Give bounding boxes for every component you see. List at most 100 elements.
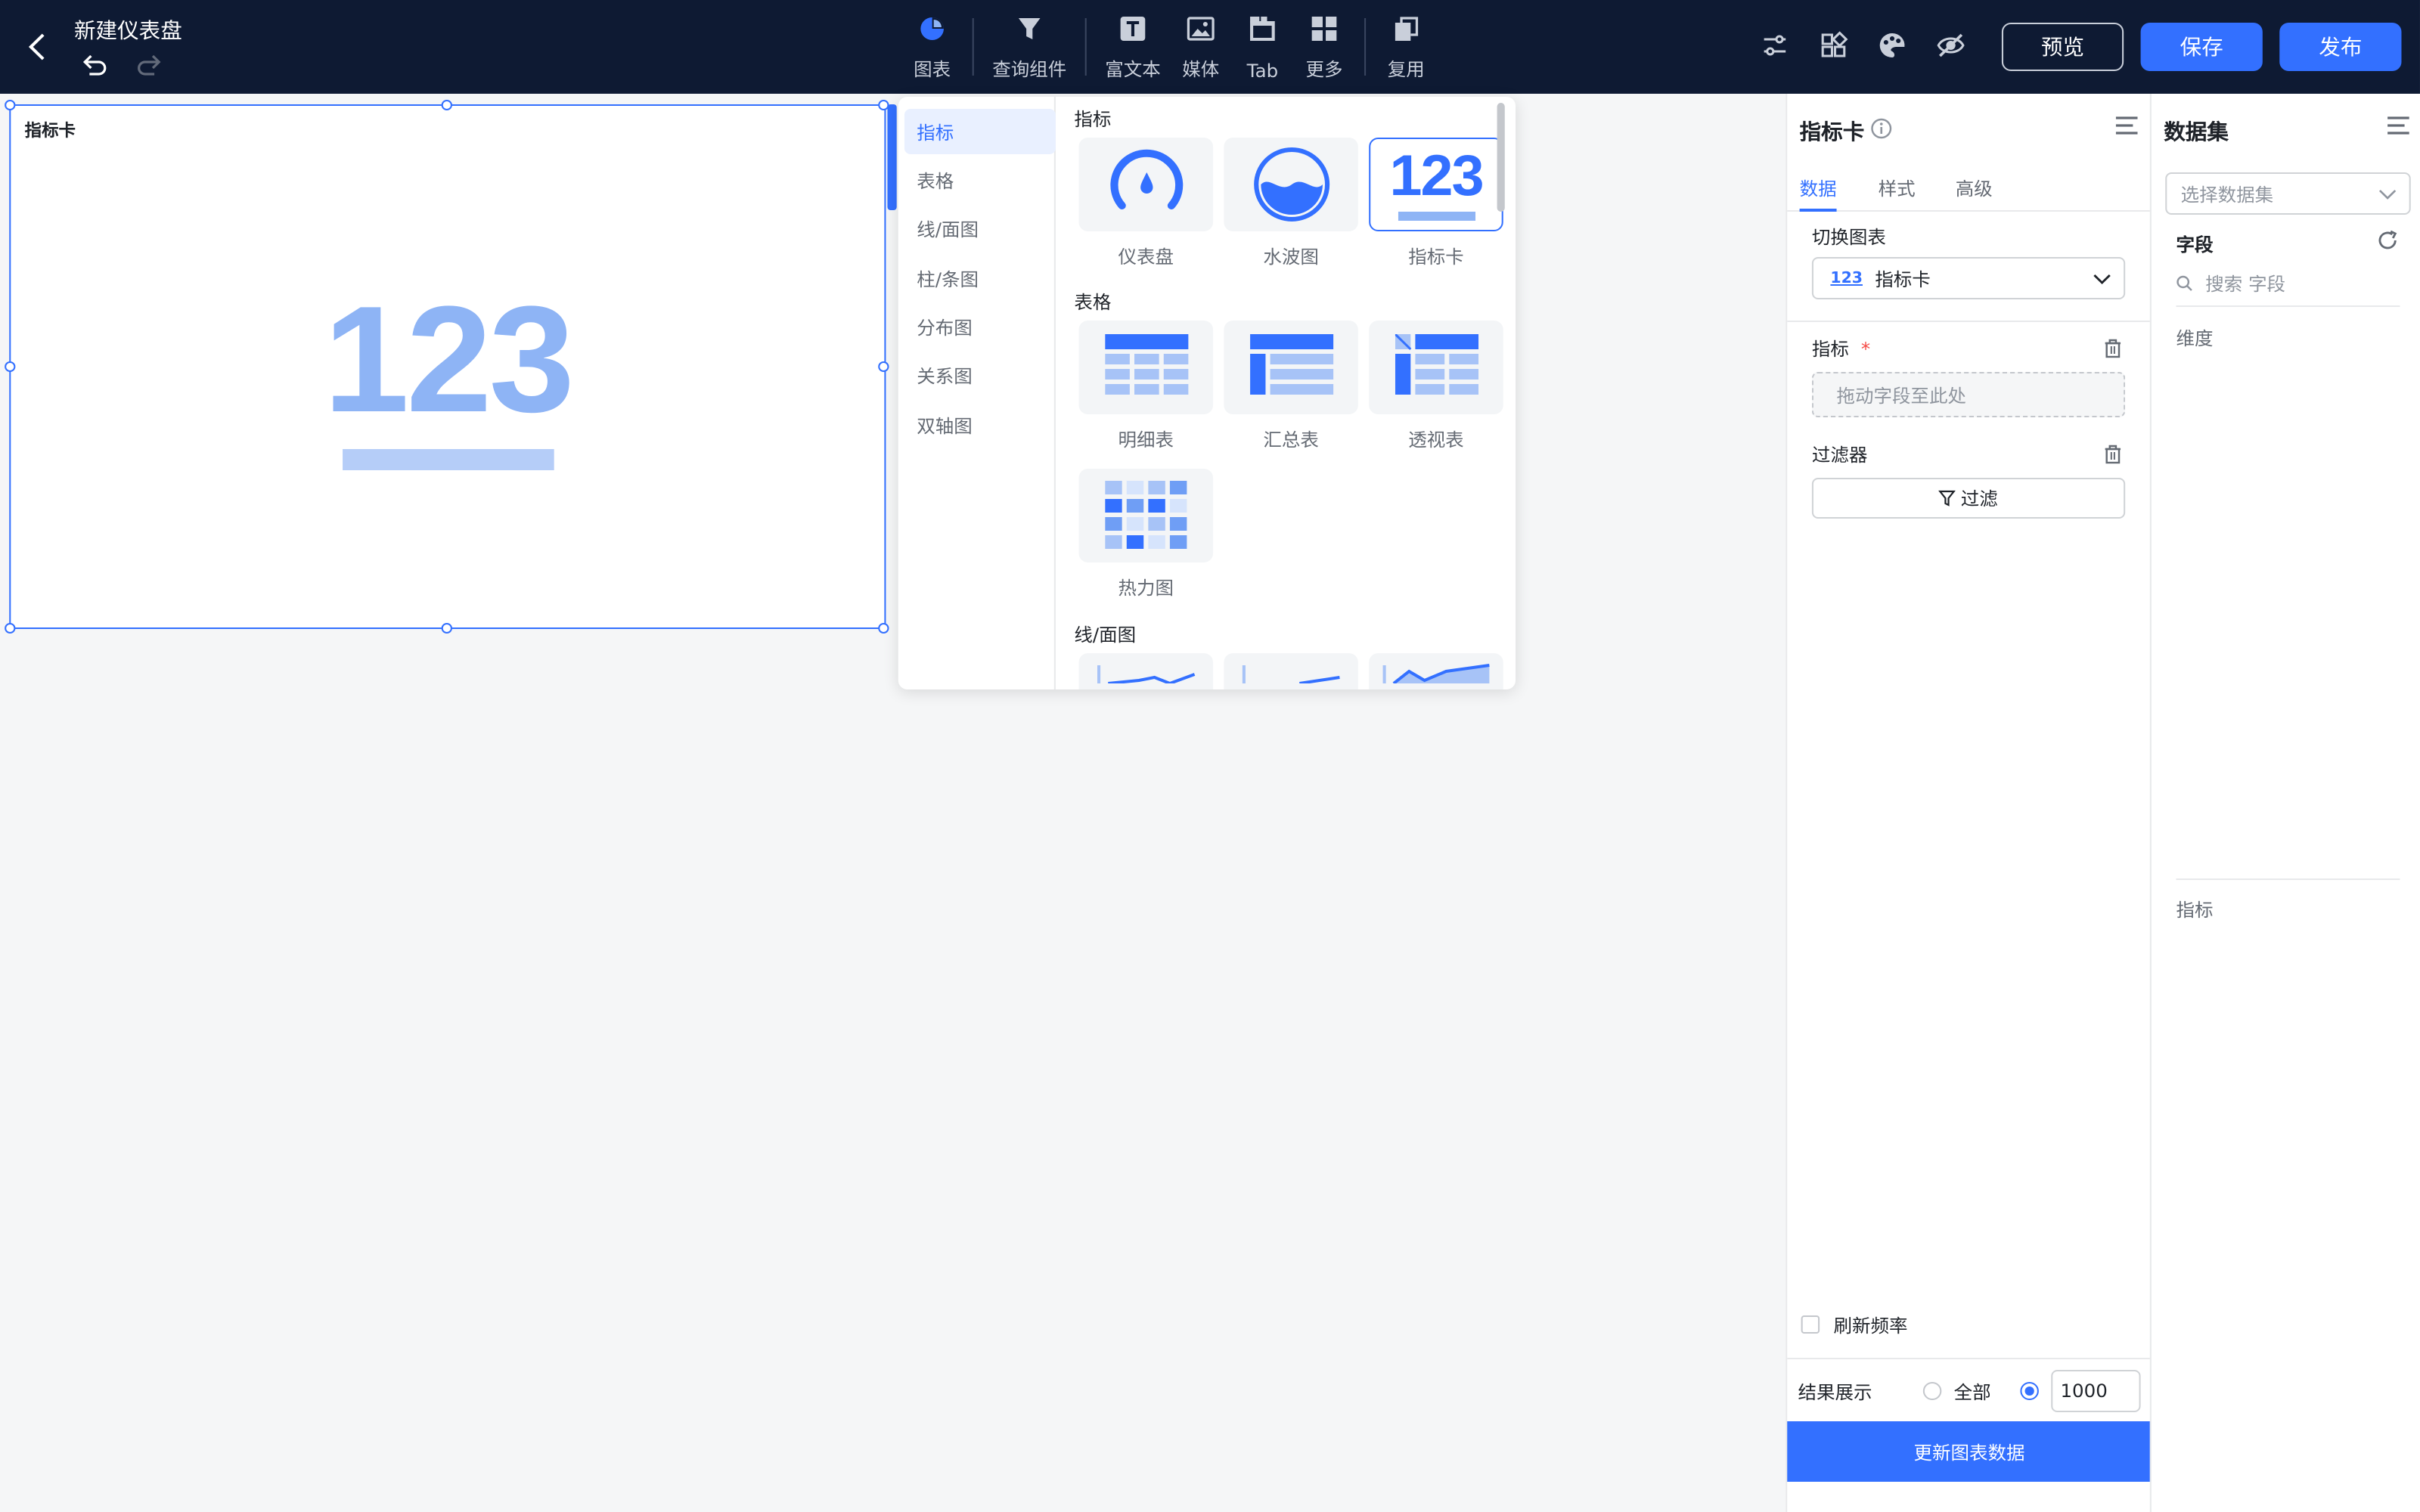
chevron-down-icon [2378, 190, 2397, 200]
publish-button[interactable]: 发布 [2279, 23, 2402, 71]
divider [2176, 305, 2400, 307]
trash-icon[interactable] [2104, 445, 2122, 464]
trash-icon[interactable] [2104, 339, 2122, 358]
chart-item-area[interactable] [1369, 653, 1503, 689]
preview-button[interactable]: 预览 [2001, 23, 2124, 71]
tool-query-label: 查询组件 [992, 59, 1067, 80]
gauge-icon [1109, 149, 1183, 209]
eye-off-icon[interactable] [1935, 30, 1966, 60]
resize-handle[interactable] [441, 100, 452, 110]
properties-panel: 指标卡 数据 样式 高级 切换图表 123 指标卡 指标 * 拖动字段至此处 过… [1786, 94, 2152, 1512]
pivot-table-icon [1394, 334, 1478, 395]
undo-icon[interactable] [80, 51, 108, 79]
result-count-input[interactable]: 1000 [2051, 1370, 2141, 1412]
tool-media[interactable]: 媒体 [1170, 12, 1232, 82]
resize-handle[interactable] [878, 623, 889, 634]
chart-item-pivot-table[interactable]: 透视表 [1369, 321, 1503, 452]
tool-tab[interactable]: Tab [1232, 12, 1294, 82]
resize-handle[interactable] [5, 361, 16, 372]
top-bar: 新建仪表盘 图表 查询组件 富文本 媒体 Tab 更多 复用 预览 保存 发布 [0, 0, 2420, 94]
layout-icon[interactable] [1818, 30, 1849, 60]
field-label: 字段 [2176, 234, 2214, 256]
heatmap-icon [1104, 481, 1187, 549]
line-chart-icon [1241, 665, 1339, 683]
category-relation[interactable]: 关系图 [904, 352, 1056, 398]
chart-item-label: 明细表 [1118, 429, 1174, 451]
resize-handle[interactable] [441, 623, 452, 634]
collapse-menu-icon[interactable] [2114, 115, 2139, 136]
resize-handle[interactable] [5, 623, 16, 634]
indicator-card-mini-icon: 123 [1830, 270, 1863, 287]
collapse-menu-icon[interactable] [2386, 115, 2411, 136]
tool-more[interactable]: 更多 [1293, 12, 1355, 82]
chart-item-indicator-card[interactable]: 123 指标卡 [1369, 138, 1503, 269]
tool-query[interactable]: 查询组件 [983, 12, 1075, 82]
dimension-label: 维度 [2176, 328, 2214, 349]
filter-icon [1939, 490, 1956, 507]
category-table[interactable]: 表格 [904, 157, 1056, 203]
chart-item-liquid[interactable]: 水波图 [1224, 138, 1358, 269]
update-chart-data-button[interactable]: 更新图表数据 [1787, 1421, 2152, 1482]
section-table: 表格 [1074, 292, 1112, 313]
section-indicator: 指标 [1074, 109, 1112, 130]
chart-item-summary-table[interactable]: 汇总表 [1224, 321, 1358, 452]
category-bar[interactable]: 柱/条图 [904, 256, 1056, 301]
active-tab-indicator [1799, 209, 1837, 212]
chart-type-grid: 指标 仪表盘 水波图 123 指标卡 表格 明细表 汇总表 透视表 热力图 线/… [1057, 97, 1516, 689]
summary-table-icon [1249, 334, 1333, 395]
chart-item-detail-table[interactable]: 明细表 [1078, 321, 1214, 452]
chart-item-label: 仪表盘 [1118, 246, 1174, 268]
category-dual-axis[interactable]: 双轴图 [904, 402, 1056, 448]
chart-item-heatmap[interactable]: 热力图 [1078, 469, 1214, 600]
section-line-area: 线/面图 [1074, 624, 1137, 646]
result-all-label: 全部 [1953, 1382, 1991, 1403]
result-all-radio[interactable] [1922, 1382, 1942, 1400]
chart-item-gauge[interactable]: 仪表盘 [1078, 138, 1214, 269]
dataset-select-placeholder: 选择数据集 [2180, 184, 2274, 205]
category-distribution[interactable]: 分布图 [904, 304, 1056, 349]
category-line-area[interactable]: 线/面图 [904, 206, 1056, 251]
dashboard-title[interactable]: 新建仪表盘 [74, 15, 182, 45]
dataset-select[interactable]: 选择数据集 [2165, 172, 2411, 215]
switch-chart-label: 切换图表 [1811, 227, 1886, 248]
tool-reuse[interactable]: 复用 [1375, 12, 1437, 82]
tool-rich-text-label: 富文本 [1105, 59, 1161, 80]
sliders-icon[interactable] [1760, 30, 1791, 60]
info-icon[interactable] [1870, 118, 1892, 139]
picker-scrollbar[interactable] [1497, 103, 1505, 212]
indicator-card-icon: 123 [1389, 148, 1485, 221]
panel-title: 指标卡 [1799, 121, 1865, 145]
tool-rich-text[interactable]: 富文本 [1096, 12, 1170, 82]
field-search[interactable]: 搜索 字段 [2176, 269, 2400, 296]
save-button[interactable]: 保存 [2140, 23, 2263, 71]
chevron-down-icon [2093, 274, 2111, 284]
tool-reuse-label: 复用 [1387, 59, 1425, 80]
result-count-radio[interactable] [2020, 1382, 2039, 1400]
tab-advanced[interactable]: 高级 [1956, 175, 1993, 201]
switch-chart-select[interactable]: 123 指标卡 [1811, 257, 2126, 299]
tool-more-label: 更多 [1305, 59, 1343, 80]
result-label: 结果展示 [1798, 1382, 1872, 1403]
property-tabs: 数据 样式 高级 [1787, 163, 2152, 212]
resize-handle[interactable] [878, 361, 889, 372]
tab-style[interactable]: 样式 [1879, 175, 1916, 201]
palette-icon[interactable] [1877, 30, 1908, 60]
tool-chart[interactable]: 图表 [901, 12, 963, 82]
metric-drop-zone[interactable]: 拖动字段至此处 [1811, 372, 2126, 417]
resize-handle[interactable] [5, 100, 16, 110]
indicator-card-widget[interactable]: 指标卡 123 [9, 104, 886, 629]
chart-item-label: 透视表 [1408, 429, 1464, 451]
refresh-icon[interactable] [2377, 230, 2399, 251]
category-indicator[interactable]: 指标 [904, 109, 1056, 154]
chart-item-line-1[interactable] [1078, 653, 1214, 689]
tab-data[interactable]: 数据 [1800, 175, 1837, 201]
filter-button[interactable]: 过滤 [1811, 478, 2126, 519]
picker-scroll-indicator [887, 104, 897, 210]
back-button[interactable] [22, 30, 53, 64]
refresh-checkbox[interactable] [1801, 1315, 1820, 1334]
grid-icon [1311, 17, 1337, 41]
toolbar-divider [972, 18, 974, 76]
chart-item-line-2[interactable] [1224, 653, 1358, 689]
redo-icon[interactable] [136, 51, 164, 79]
pie-chart-icon [920, 17, 944, 40]
